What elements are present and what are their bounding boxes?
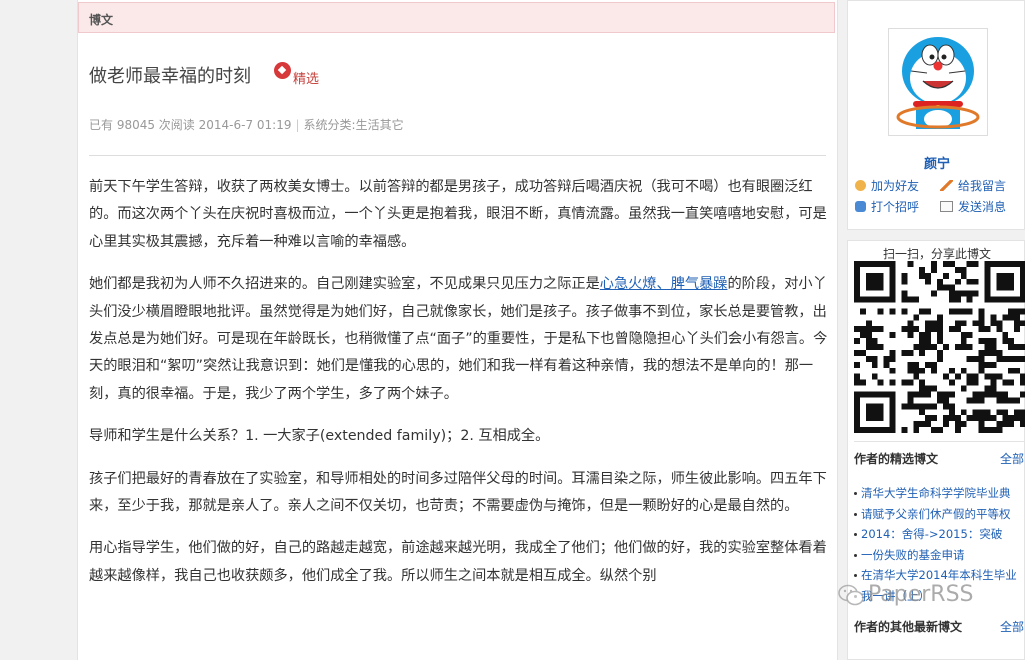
inline-link[interactable]: 心急火燎、脾气暴躁 bbox=[600, 276, 728, 292]
post-body: 前天下午学生答辩，收获了两枚美女博士。以前答辩的都是男孩子，成功答辩后喝酒庆祝（… bbox=[89, 174, 829, 605]
share-scan-label: 扫一扫，分享此博文 bbox=[882, 247, 991, 261]
greet-button[interactable]: 打个招呼 bbox=[855, 198, 919, 215]
section-divider bbox=[854, 441, 1024, 442]
watermark: PaperRSS bbox=[838, 582, 974, 607]
featured-badge-label: 精选 bbox=[293, 72, 320, 87]
doraemon-avatar-image bbox=[896, 37, 980, 129]
pencil-icon bbox=[940, 180, 953, 191]
post-paragraph-2: 她们都是我初为人师不久招进来的。自己刚建实验室，不见成果只见压力之际正是心急火燎… bbox=[89, 276, 828, 402]
blog-main-panel: 博文 做老师最幸福的时刻 精选 已有 98045 次阅读 2014-6-7 01… bbox=[77, 0, 838, 660]
bullet-icon bbox=[854, 553, 857, 557]
post-title: 做老师最幸福的时刻 bbox=[89, 66, 251, 87]
add-friend-icon bbox=[855, 180, 866, 191]
featured-badge: 精选 bbox=[274, 62, 319, 87]
latest-posts-more-link[interactable]: 全部 bbox=[1000, 618, 1024, 635]
featured-icon bbox=[274, 62, 291, 79]
bullet-icon bbox=[854, 533, 857, 536]
post-paragraph-5: 用心指导学生，他们做的好，自己的路越走越宽，前途越来越光明，我成全了他们；他们做… bbox=[89, 540, 827, 584]
featured-posts-heading: 作者的精选博文 bbox=[854, 452, 939, 466]
post-paragraph-1: 前天下午学生答辩，收获了两枚美女博士。以前答辩的都是男孩子，成功答辩后喝酒庆祝（… bbox=[89, 179, 827, 250]
post-category[interactable]: 系统分类:生活其它 bbox=[304, 118, 404, 132]
watermark-text: PaperRSS bbox=[868, 582, 974, 607]
featured-post-item[interactable]: 一份失败的基金申请 bbox=[854, 545, 1025, 566]
post-paragraph-3: 导师和学生是什么关系？1. 一大家子(extended family)；2. 互… bbox=[89, 428, 550, 445]
envelope-icon bbox=[940, 201, 953, 212]
add-friend-button[interactable]: 加为好友 bbox=[855, 177, 919, 194]
post-paragraph-4: 孩子们把最好的青春放在了实验室，和导师相处的时间多过陪伴父母的时间。耳濡目染之际… bbox=[89, 470, 827, 515]
bullet-icon bbox=[854, 512, 857, 516]
meta-separator: | bbox=[295, 118, 300, 132]
author-name[interactable]: 颜宁 bbox=[848, 153, 1025, 172]
qr-code-image bbox=[854, 261, 1025, 433]
send-message-button[interactable]: 发送消息 bbox=[940, 198, 1006, 215]
tab-blog-post[interactable]: 博文 bbox=[89, 11, 113, 28]
blog-tab-bar: 博文 bbox=[78, 2, 835, 33]
wechat-icon bbox=[838, 584, 864, 605]
featured-post-item[interactable]: 请赋予父亲们休产假的平等权 bbox=[854, 504, 1025, 525]
avatar[interactable] bbox=[888, 28, 988, 136]
featured-post-item[interactable]: 2014：舍得->2015：突破 bbox=[854, 524, 1025, 545]
featured-posts-more-link[interactable]: 全部 bbox=[1000, 450, 1024, 467]
bullet-icon bbox=[854, 574, 857, 577]
post-read-count: 已有 98045 次阅读 2014-6-7 01:19 bbox=[89, 118, 292, 132]
bullet-icon bbox=[854, 492, 857, 495]
title-divider bbox=[89, 155, 826, 156]
greet-icon bbox=[855, 201, 866, 212]
latest-posts-heading: 作者的其他最新博文 bbox=[854, 620, 963, 634]
author-profile-card: 颜宁 加为好友 给我留言 打个招呼 发送消息 bbox=[847, 0, 1025, 230]
leave-message-button[interactable]: 给我留言 bbox=[940, 177, 1006, 194]
featured-post-item[interactable]: 清华大学生命科学学院毕业典 bbox=[854, 483, 1025, 504]
post-meta: 已有 98045 次阅读 2014-6-7 01:19 | 系统分类:生活其它 bbox=[89, 116, 404, 133]
